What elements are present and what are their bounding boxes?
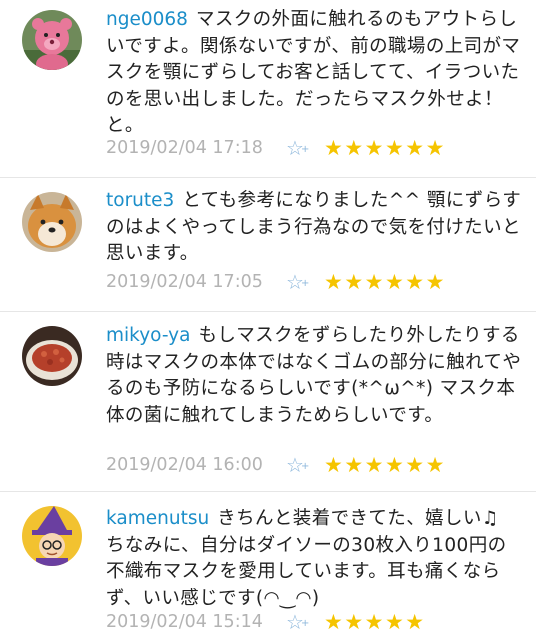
comment-timestamp: 2019/02/04 17:18 <box>106 138 263 158</box>
comment-username[interactable]: nge0068 <box>106 9 188 30</box>
comment-meta: 2019/02/04 16:00 ☆ + ★★★★★★ <box>106 453 446 477</box>
star-outline-plus-icon[interactable]: ☆ + <box>286 453 314 477</box>
comment-meta: 2019/02/04 15:14 ☆ + ★★★★★ <box>106 610 426 634</box>
avatar[interactable] <box>22 192 82 252</box>
rating-stars: ★★★★★★ <box>324 453 446 477</box>
comment-text-block: torute3 とても参考になりました^^ 顎にずらすのはよくやってしまう行為なの… <box>106 188 522 268</box>
comment-item: kamenutsu きちんと装着できてた、嬉しい♫ ちなみに、自分はダイソーの30… <box>0 492 536 640</box>
comment-username[interactable]: torute3 <box>106 190 174 211</box>
comment-meta: 2019/02/04 17:05 ☆ + ★★★★★★ <box>106 270 446 294</box>
rating-stars: ★★★★★★ <box>324 270 446 294</box>
comment-meta: 2019/02/04 17:18 ☆ + ★★★★★★ <box>106 136 446 160</box>
comment-timestamp: 2019/02/04 16:00 <box>106 455 263 475</box>
avatar-dog-image <box>22 192 82 252</box>
comment-item: torute3 とても参考になりました^^ 顎にずらすのはよくやってしまう行為なの… <box>0 178 536 312</box>
avatar[interactable] <box>22 326 82 386</box>
avatar-bear-image <box>22 10 82 70</box>
star-outline-plus-icon[interactable]: ☆ + <box>286 136 314 160</box>
comment-timestamp: 2019/02/04 17:05 <box>106 272 263 292</box>
comment-text-block: kamenutsu きちんと装着できてた、嬉しい♫ ちなみに、自分はダイソーの30… <box>106 506 522 612</box>
comment-username[interactable]: kamenutsu <box>106 508 209 529</box>
rating-stars: ★★★★★★ <box>324 136 446 160</box>
comment-item: mikyo-ya もしマスクをずらしたり外したりする時はマスクの本体ではなくゴムの… <box>0 312 536 492</box>
avatar[interactable] <box>22 506 82 566</box>
star-outline-plus-icon[interactable]: ☆ + <box>286 270 314 294</box>
comment-text-block: mikyo-ya もしマスクをずらしたり外したりする時はマスクの本体ではなくゴムの… <box>106 323 522 429</box>
comment-text-block: nge0068 マスクの外面に触れるのもアウトらしいですよ。関係ないですが、前の職… <box>106 7 522 140</box>
avatar-witch-image <box>22 506 82 566</box>
comment-timestamp: 2019/02/04 15:14 <box>106 612 263 632</box>
rating-stars: ★★★★★ <box>324 610 426 634</box>
avatar[interactable] <box>22 10 82 70</box>
comment-username[interactable]: mikyo-ya <box>106 325 190 346</box>
comment-item: nge0068 マスクの外面に触れるのもアウトらしいですよ。関係ないですが、前の職… <box>0 0 536 178</box>
star-outline-plus-icon[interactable]: ☆ + <box>286 610 314 634</box>
avatar-food-image <box>22 326 82 386</box>
